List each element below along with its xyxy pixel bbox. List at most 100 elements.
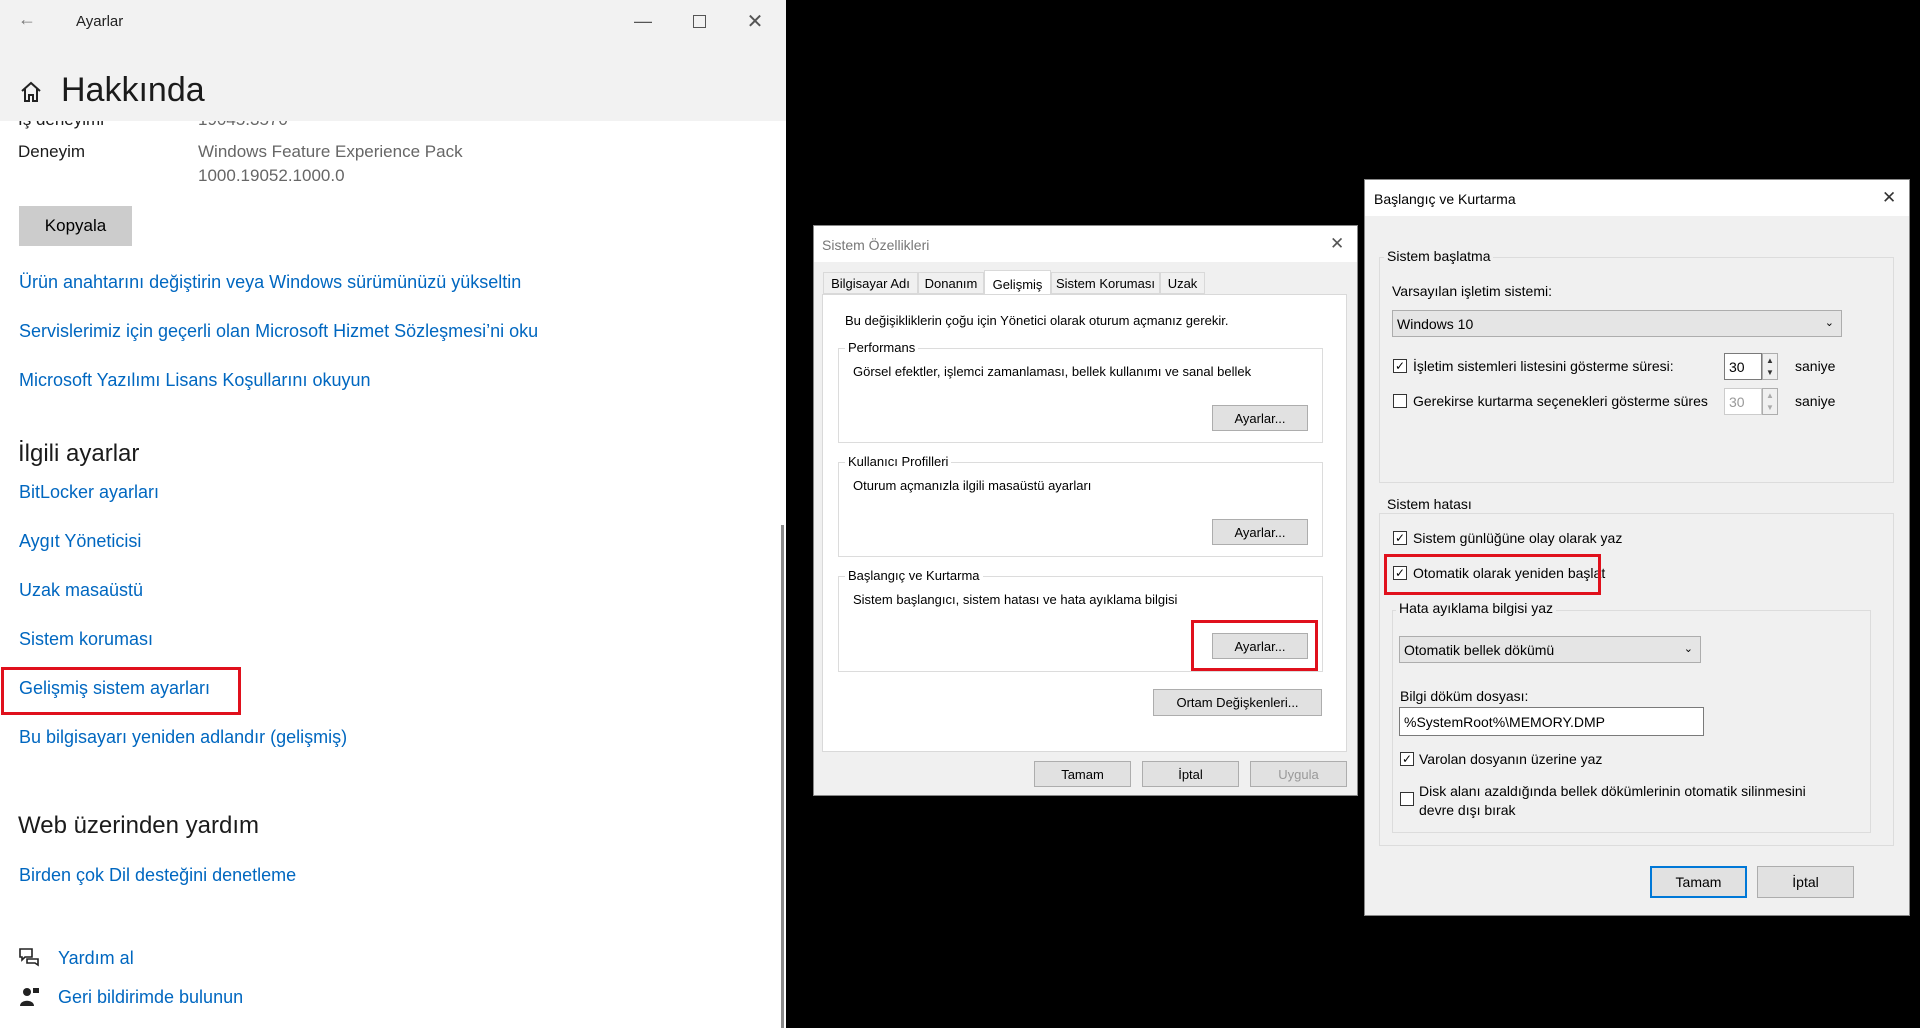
field-value: 30 [1729,358,1745,375]
overwrite-label: Varolan dosyanın üzerine yaz [1419,751,1603,767]
page-header: Hakkında [0,43,786,121]
cancel-button[interactable]: İptal [1757,866,1854,898]
chevron-down-icon: ⌄ [1824,317,1834,329]
system-failure-title: Sistem hatası [1384,496,1475,512]
maximize-icon[interactable] [676,8,722,34]
button-label: İptal [1792,874,1819,890]
default-os-label: Varsayılan işletim sistemi: [1392,283,1553,299]
page-title: Hakkında [61,71,205,109]
disable-auto-delete-label-line2: devre dışı bırak [1419,802,1516,818]
performance-desc: Görsel efektler, işlemci zamanlaması, be… [853,364,1252,379]
copy-button[interactable]: Kopyala [19,206,132,246]
show-list-checkbox[interactable]: ✓ [1393,359,1407,373]
startup-desc: Sistem başlangıcı, sistem hatası ve hata… [853,592,1178,607]
experience-value-line1: Windows Feature Experience Pack [198,142,463,161]
tab-label: Donanım [924,275,978,291]
link-rename-pc[interactable]: Bu bilgisayarı yeniden adlandır (gelişmi… [19,727,347,748]
performance-settings-button[interactable]: Ayarlar... [1212,405,1308,431]
show-list-spinner[interactable]: ▲ ▼ [1762,353,1778,380]
dump-file-label: Bilgi döküm dosyası: [1400,688,1529,704]
seconds-label-2: saniye [1795,393,1836,409]
highlight-auto-restart [1384,554,1601,595]
admin-note: Bu değişikliklerin çoğu için Yönetici ol… [845,313,1229,328]
tab-advanced[interactable]: Gelişmiş [984,270,1051,297]
link-feedback[interactable]: Geri bildirimde bulunun [58,987,243,1008]
link-license-terms[interactable]: Microsoft Yazılımı Lisans Koşullarını ok… [19,370,370,391]
help-icon [19,948,39,967]
related-settings-title: İlgili ayarlar [18,440,140,467]
link-product-key[interactable]: Ürün anahtarını değiştirin veya Windows … [19,272,521,293]
tab-label: Gelişmiş [992,276,1043,292]
settings-window: ← Ayarlar — ✕ 19045.3570 İş deneyimi Hak… [0,0,786,1028]
close-icon[interactable]: ✕ [732,8,778,34]
button-label: Uygula [1278,766,1319,782]
show-list-input[interactable]: 30 [1724,353,1762,380]
system-startup-title: Sistem başlatma [1384,248,1494,264]
show-list-label: İşletim sistemleri listesini gösterme sü… [1413,358,1674,374]
profiles-settings-button[interactable]: Ayarlar... [1212,519,1308,545]
link-multilang[interactable]: Birden çok Dil desteğini denetleme [19,865,296,886]
link-get-help[interactable]: Yardım al [58,948,134,969]
profiles-title: Kullanıcı Profilleri [845,454,952,469]
tab-label: Sistem Koruması [1056,275,1155,291]
dialog-title: Başlangıç ve Kurtarma [1374,191,1516,207]
profiles-desc: Oturum açmanızla ilgili masaüstü ayarlar… [853,478,1092,493]
dump-file-input[interactable]: %SystemRoot%\MEMORY.DMP [1399,707,1704,736]
feedback-icon [20,988,39,1006]
write-event-checkbox[interactable]: ✓ [1393,531,1407,545]
startup-title: Başlangıç ve Kurtarma [845,568,983,583]
ok-button[interactable]: Tamam [1034,761,1131,787]
link-device-manager[interactable]: Aygıt Yöneticisi [19,531,141,552]
show-recovery-spinner[interactable]: ▲ ▼ [1762,388,1778,415]
ok-button[interactable]: Tamam [1650,866,1747,898]
button-label: Tamam [1675,874,1722,890]
home-icon[interactable] [19,80,43,104]
dialog-title: Sistem Özellikleri [822,237,930,253]
chevron-down-icon: ⌄ [1683,643,1693,655]
link-system-protection[interactable]: Sistem koruması [19,629,153,650]
tab-label: Bilgisayar Adı [831,275,910,291]
show-recovery-checkbox[interactable] [1393,394,1407,408]
seconds-label-1: saniye [1795,358,1836,374]
debug-info-title: Hata ayıklama bilgisi yaz [1396,600,1557,616]
highlight-advanced-settings [1,667,241,715]
link-remote-desktop[interactable]: Uzak masaüstü [19,580,143,601]
close-icon[interactable]: ✕ [1882,188,1896,208]
scrollbar[interactable] [781,525,784,1028]
link-service-agreement[interactable]: Servislerimiz için geçerli olan Microsof… [19,321,538,342]
overwrite-checkbox[interactable]: ✓ [1400,752,1414,766]
tab-remote[interactable]: Uzak [1160,272,1205,294]
disable-auto-delete-label-line1: Disk alanı azaldığında bellek dökümlerin… [1419,783,1806,799]
performance-title: Performans [845,340,919,355]
tab-system-protection[interactable]: Sistem Koruması [1051,272,1160,294]
highlight-startup-settings [1191,620,1318,671]
experience-label: Deneyim [18,142,86,161]
select-value: Windows 10 [1397,315,1474,332]
show-recovery-input[interactable]: 30 [1724,388,1762,415]
field-value: %SystemRoot%\MEMORY.DMP [1404,713,1605,730]
dialog-title-bar: Başlangıç ve Kurtarma ✕ [1365,180,1909,216]
close-icon[interactable]: ✕ [1330,234,1344,254]
experience-value-line2: 1000.19052.1000.0 [198,166,345,185]
back-arrow-icon[interactable]: ← [18,9,36,30]
show-recovery-label: Gerekirse kurtarma seçenekleri gösterme … [1413,393,1708,409]
tab-hardware[interactable]: Donanım [918,272,984,294]
tab-label: Uzak [1167,275,1198,291]
cancel-button[interactable]: İptal [1142,761,1239,787]
apply-button[interactable]: Uygula [1250,761,1347,787]
button-label: Ayarlar... [1234,524,1286,540]
web-help-title: Web üzerinden yardım [18,812,260,839]
window-title: Ayarlar [76,13,124,30]
select-value: Otomatik bellek dökümü [1404,641,1555,658]
field-value: 30 [1729,393,1745,410]
button-label: Tamam [1061,766,1104,782]
default-os-select[interactable]: Windows 10 ⌄ [1392,310,1842,337]
write-event-label: Sistem günlüğüne olay olarak yaz [1413,530,1623,546]
link-bitlocker[interactable]: BitLocker ayarları [19,482,159,503]
button-label: Ortam Değişkenleri... [1176,695,1299,710]
environment-variables-button[interactable]: Ortam Değişkenleri... [1153,689,1322,716]
disable-auto-delete-checkbox[interactable] [1400,792,1414,806]
minimize-icon[interactable]: — [620,8,666,34]
tab-computer-name[interactable]: Bilgisayar Adı [823,272,918,294]
dump-type-select[interactable]: Otomatik bellek dökümü ⌄ [1399,636,1701,663]
